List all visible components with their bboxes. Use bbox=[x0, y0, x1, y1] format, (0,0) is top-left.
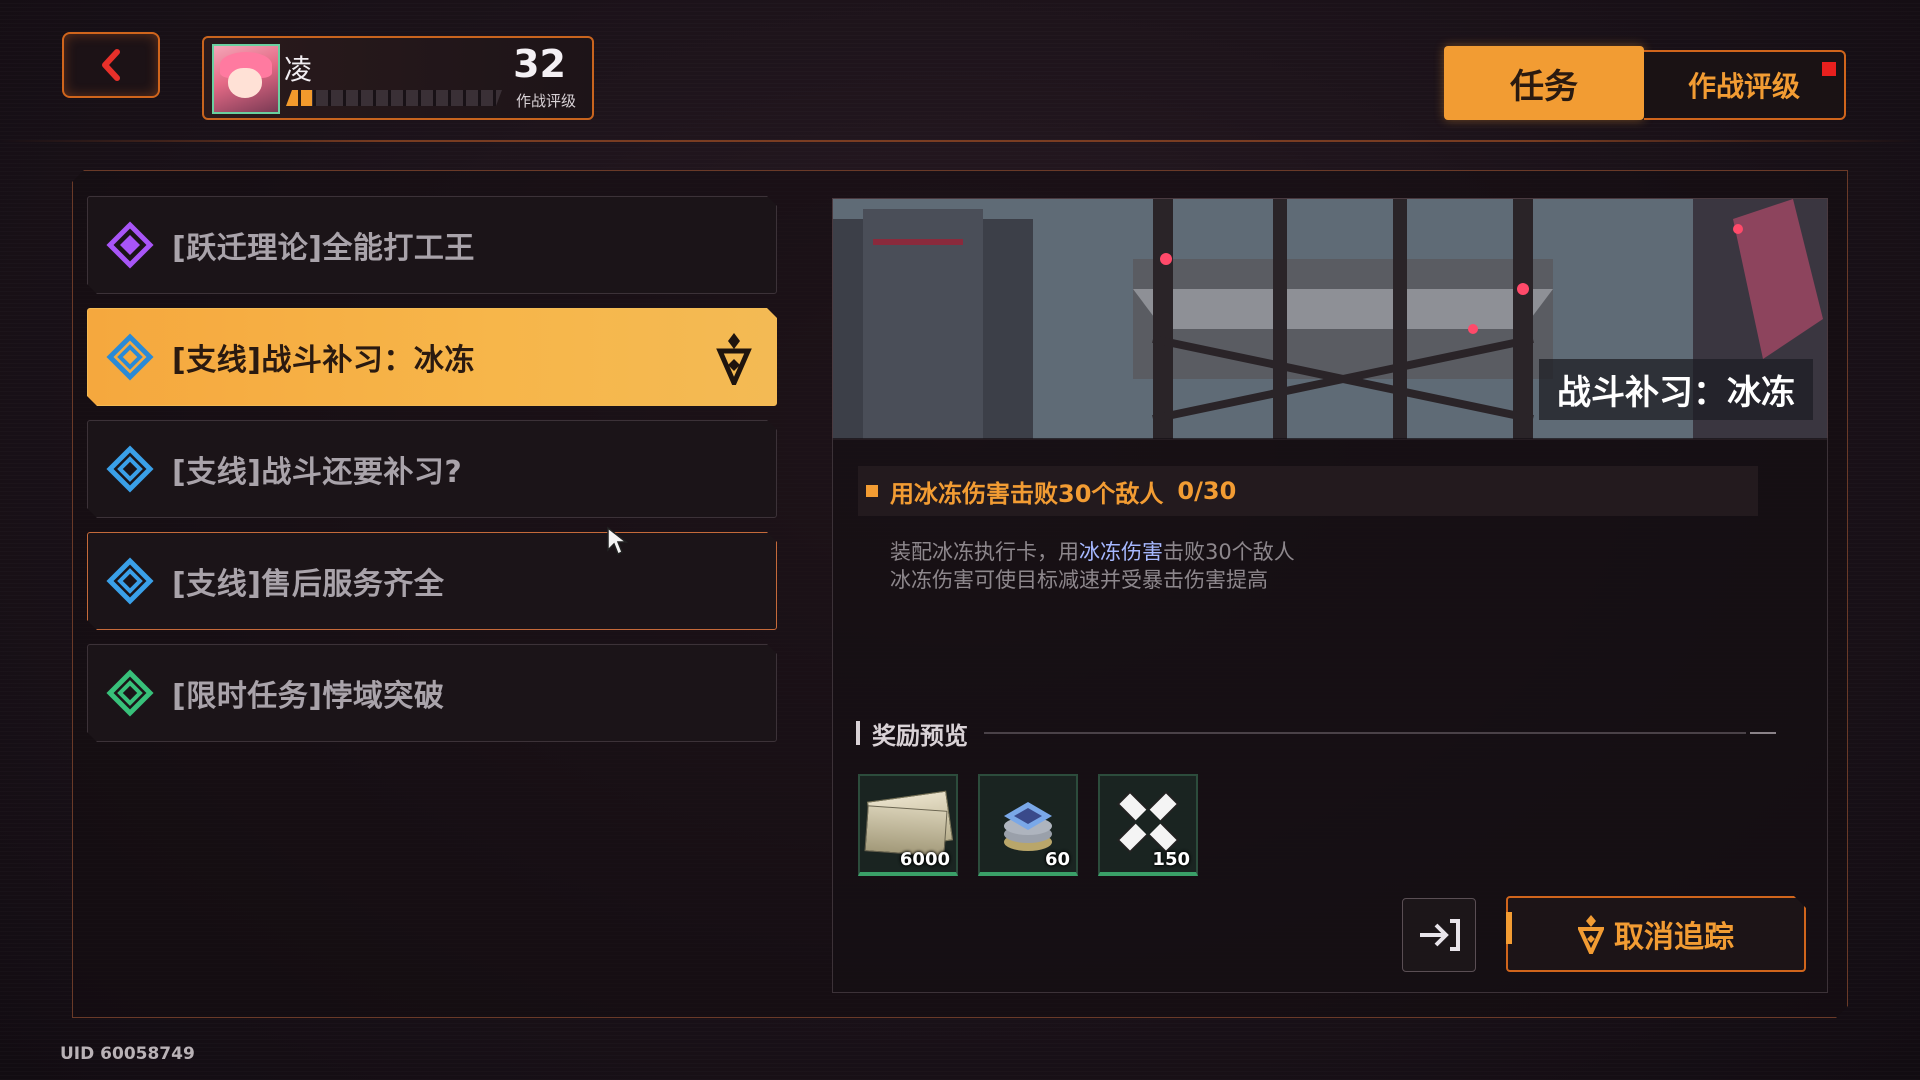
blue-diamond-icon bbox=[106, 557, 154, 605]
chip-stack-icon bbox=[1004, 802, 1052, 851]
objective-progress: 0/30 bbox=[1177, 477, 1237, 505]
player-name: 凌 bbox=[284, 53, 313, 86]
reward-count: 150 bbox=[1152, 849, 1190, 870]
chevron-left-icon bbox=[102, 49, 120, 81]
objective-row: 用冰冻伤害击败30个敌人 0/30 bbox=[858, 466, 1758, 516]
quest-item-selected[interactable]: [支线]战斗补习：冰冻 bbox=[87, 308, 777, 406]
blue-diamond-icon bbox=[106, 445, 154, 493]
track-marker-icon bbox=[1578, 914, 1604, 954]
highlight-ice-damage: 冰冻伤害 bbox=[1079, 540, 1163, 564]
reward-count: 60 bbox=[1044, 849, 1070, 870]
exit-button[interactable] bbox=[1402, 898, 1476, 972]
reward-count: 6000 bbox=[899, 849, 950, 870]
xp-progress-bar bbox=[286, 90, 502, 106]
quest-banner-image: 战斗补习：冰冻 bbox=[832, 198, 1828, 440]
tab-combat-rating-label: 作战评级 bbox=[1687, 70, 1800, 103]
player-card[interactable]: 凌 32 作战评级 bbox=[202, 36, 594, 120]
notification-dot bbox=[1822, 62, 1836, 76]
quest-list: [跃迁理论]全能打工王 [支线]战斗补习：冰冻 [支线]战斗还要补习? [支线]… bbox=[87, 196, 777, 756]
description-line-1: 装配冰冻执行卡，用冰冻伤害击败30个敌人 bbox=[890, 540, 1295, 564]
quest-item[interactable]: [支线]战斗还要补习? bbox=[87, 420, 777, 518]
tab-bar: 任务 作战评级 bbox=[1444, 46, 1848, 120]
banner-title: 战斗补习：冰冻 bbox=[1539, 359, 1813, 420]
quest-label: [支线]战斗补习：冰冻 bbox=[172, 343, 475, 378]
description-line-2: 冰冻伤害可使目标减速并受暴击伤害提高 bbox=[890, 568, 1268, 592]
green-diamond-icon bbox=[106, 669, 154, 717]
reward-item-chips[interactable]: 60 bbox=[978, 774, 1078, 876]
objective-text: 用冰冻伤害击败30个敌人 bbox=[890, 479, 1164, 508]
tab-combat-rating[interactable]: 作战评级 bbox=[1644, 50, 1846, 120]
exit-arrow-icon bbox=[1420, 919, 1460, 951]
reward-item-badge[interactable]: 150 bbox=[1098, 774, 1198, 876]
reward-item-currency[interactable]: 6000 bbox=[858, 774, 958, 876]
quest-item[interactable]: [限时任务]悖域突破 bbox=[87, 644, 777, 742]
blue-diamond-icon bbox=[106, 333, 154, 381]
cancel-tracking-label: 取消追踪 bbox=[1614, 920, 1734, 955]
rewards-header: 奖励预览 bbox=[856, 716, 1776, 750]
rewards-title: 奖励预览 bbox=[872, 721, 968, 750]
quest-label: [跃迁理论]全能打工王 bbox=[172, 231, 475, 266]
back-button[interactable] bbox=[62, 32, 160, 98]
quest-label: [支线]战斗还要补习? bbox=[172, 455, 463, 490]
quest-item[interactable]: [支线]售后服务齐全 bbox=[87, 532, 777, 630]
header-divider bbox=[0, 140, 1920, 142]
uid-label: UID 60058749 bbox=[60, 1044, 195, 1064]
mouse-cursor-icon bbox=[607, 526, 629, 556]
player-level: 32 bbox=[513, 42, 566, 86]
tab-quests[interactable]: 任务 bbox=[1444, 46, 1644, 120]
cancel-tracking-button[interactable]: 取消追踪 bbox=[1506, 896, 1806, 972]
avatar bbox=[212, 44, 280, 114]
quest-label: [支线]售后服务齐全 bbox=[172, 567, 445, 602]
track-marker-icon bbox=[716, 331, 752, 385]
objective-bullet bbox=[866, 485, 878, 497]
purple-diamond-icon bbox=[106, 221, 154, 269]
level-caption: 作战评级 bbox=[515, 92, 576, 110]
quest-item[interactable]: [跃迁理论]全能打工王 bbox=[87, 196, 777, 294]
quest-label: [限时任务]悖域突破 bbox=[172, 679, 445, 714]
quest-description: 装配冰冻执行卡，用冰冻伤害击败30个敌人 冰冻伤害可使目标减速并受暴击伤害提高 bbox=[890, 538, 1295, 594]
